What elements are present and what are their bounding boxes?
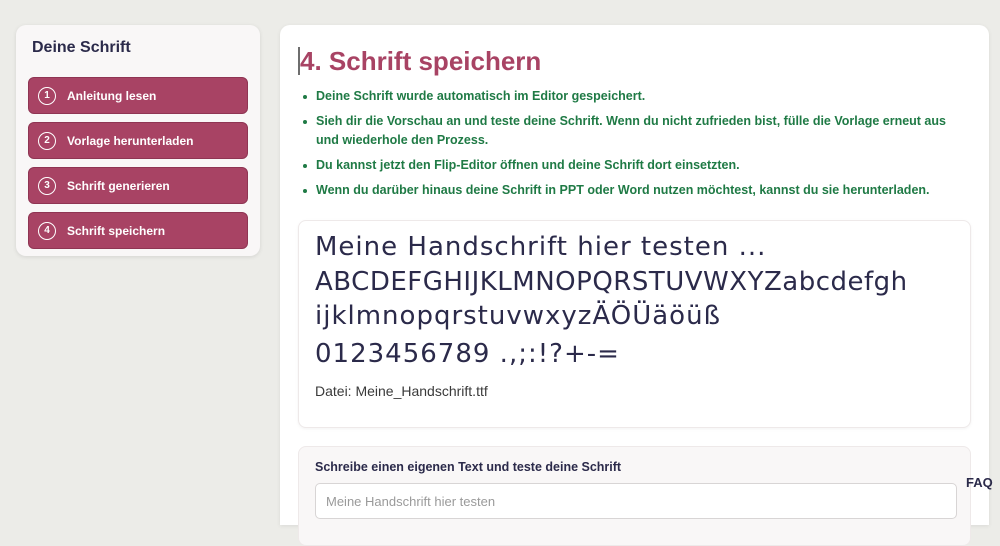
- page-title-container: 4. Schrift speichern: [298, 43, 971, 79]
- step-button-vorlage-herunterladen[interactable]: 2 Vorlage herunterladen: [28, 122, 248, 159]
- step-label: Vorlage herunterladen: [67, 133, 194, 148]
- instruction-item: Du kannst jetzt den Flip-Editor öffnen u…: [303, 156, 971, 175]
- step-label: Schrift speichern: [67, 223, 166, 238]
- page-title: 4. Schrift speichern: [300, 46, 542, 76]
- instruction-list: Deine Schrift wurde automatisch im Edito…: [298, 87, 971, 200]
- preview-line-alphabet: ABCDEFGHIJKLMNOPQRSTUVWXYZabcdefgh: [315, 267, 908, 297]
- step-number-badge: 2: [38, 131, 56, 150]
- instruction-item: Sieh dir die Vorschau an und teste deine…: [303, 112, 971, 150]
- step-button-schrift-speichern[interactable]: 4 Schrift speichern: [28, 212, 248, 249]
- preview-line-digits: 0123456789 .,;:!?+-=: [315, 339, 620, 369]
- font-file-name: Datei: Meine_Handschrift.ttf: [315, 383, 488, 399]
- sidebar-title: Deine Schrift: [32, 39, 131, 56]
- preview-line-sample: Meine Handschrift hier testen ...: [315, 232, 767, 262]
- step-number-badge: 4: [38, 221, 56, 240]
- faq-link[interactable]: FAQ: [966, 475, 993, 490]
- instruction-item: Wenn du darüber hinaus deine Schrift in …: [303, 181, 971, 200]
- text-cursor: [298, 47, 300, 75]
- custom-text-label: Schreibe einen eigenen Text und teste de…: [315, 460, 622, 474]
- font-preview-box: Meine Handschrift hier testen ... ABCDEF…: [298, 220, 971, 428]
- custom-text-input[interactable]: [315, 483, 957, 519]
- step-button-schrift-generieren[interactable]: 3 Schrift generieren: [28, 167, 248, 204]
- instruction-item: Deine Schrift wurde automatisch im Edito…: [303, 87, 971, 106]
- step-label: Anleitung lesen: [67, 88, 157, 103]
- main-panel: 4. Schrift speichern Deine Schrift wurde…: [280, 25, 989, 546]
- sidebar: Deine Schrift 1 Anleitung lesen 2 Vorlag…: [16, 25, 260, 256]
- step-number-badge: 3: [38, 176, 56, 195]
- step-label: Schrift generieren: [67, 178, 170, 193]
- step-number-badge: 1: [38, 86, 56, 105]
- step-button-anleitung-lesen[interactable]: 1 Anleitung lesen: [28, 77, 248, 114]
- custom-text-section: Schreibe einen eigenen Text und teste de…: [298, 446, 971, 546]
- preview-line-lowercase: ijklmnopqrstuvwxyzÄÖÜäöüß: [315, 301, 721, 331]
